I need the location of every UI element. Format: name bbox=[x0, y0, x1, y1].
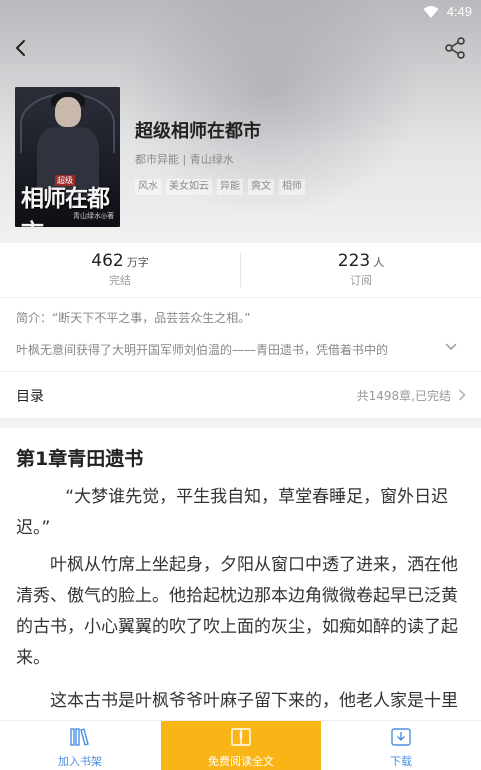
toc-label: 目录 bbox=[16, 389, 44, 405]
book-cover: 相师在都市 超级 青山绿水◎著 bbox=[15, 87, 120, 227]
chapter-paragraph: 叶枫从竹席上坐起身，夕阳从窗口中透了进来，洒在他清秀、傲气的脸上。他拾起枕边那本… bbox=[16, 555, 458, 668]
chapter-paragraph: 这本古书是叶枫爷爷叶麻子留下来的，他老人家是十里 bbox=[50, 691, 458, 711]
bookshelf-icon bbox=[70, 728, 89, 746]
tag[interactable]: 风水 bbox=[135, 179, 161, 195]
book-stats: 462 万字 完结 223 人 订阅 bbox=[0, 243, 481, 298]
word-count-stat: 462 万字 完结 bbox=[0, 251, 240, 288]
read-free-button[interactable]: 免费阅读全文 bbox=[161, 721, 321, 770]
download-icon bbox=[391, 728, 411, 746]
back-arrow-icon[interactable] bbox=[10, 36, 34, 60]
tag[interactable]: 爽文 bbox=[248, 179, 274, 195]
bottom-action-bar: 加入书架 免费阅读全文 下载 bbox=[0, 720, 481, 770]
share-icon[interactable] bbox=[443, 36, 467, 60]
section-divider bbox=[0, 418, 481, 428]
add-to-shelf-button[interactable]: 加入书架 bbox=[0, 721, 160, 770]
chapter-preview: “大梦谁先觉，平生我自知，草堂春睡足，窗外日迟迟。” 叶枫从竹席上坐起身，夕阳从… bbox=[16, 482, 466, 729]
subscriber-unit: 人 bbox=[373, 256, 385, 269]
tag[interactable]: 异能 bbox=[217, 179, 243, 195]
read-free-label: 免费阅读全文 bbox=[208, 755, 274, 768]
subscriber-stat: 223 人 订阅 bbox=[241, 251, 481, 288]
book-header: 4:49 相师在都市 超级 青山绿水◎著 超级相师在都市 都市异能 | 青山绿水… bbox=[0, 0, 481, 243]
download-button[interactable]: 下载 bbox=[321, 721, 481, 770]
wifi-icon bbox=[423, 6, 439, 18]
intro-summary[interactable]: 叶枫无意间获得了大明开国军师刘伯温的——青田遗书，凭借着书中的 bbox=[16, 341, 436, 358]
chevron-down-icon[interactable] bbox=[444, 342, 458, 352]
word-count-unit: 万字 bbox=[126, 256, 149, 269]
status-time: 4:49 bbox=[446, 4, 472, 19]
table-of-contents-row[interactable]: 目录 共1498章,已完结 bbox=[0, 371, 481, 417]
subscriber-label: 订阅 bbox=[350, 274, 372, 287]
book-category-author: 都市异能 | 青山绿水 bbox=[135, 153, 234, 166]
toc-chapter-info: 共1498章,已完结 bbox=[356, 389, 451, 403]
tag[interactable]: 美女如云 bbox=[166, 179, 212, 195]
add-to-shelf-label: 加入书架 bbox=[58, 755, 102, 768]
download-label: 下载 bbox=[390, 755, 412, 768]
word-count-value: 462 bbox=[91, 251, 124, 271]
chapter-paragraph: “大梦谁先觉，平生我自知，草堂春睡足，窗外日迟迟。” bbox=[16, 487, 449, 538]
cover-badge: 超级 bbox=[55, 175, 75, 186]
book-title: 超级相师在都市 bbox=[135, 121, 261, 142]
subscriber-count-value: 223 bbox=[337, 251, 371, 271]
intro-tagline: 简介：“断天下不平之事，品芸芸众生之相。” bbox=[16, 311, 251, 325]
tag[interactable]: 相师 bbox=[279, 179, 305, 195]
status-bar: 4:49 bbox=[0, 0, 481, 26]
chapter-title: 第1章青田遗书 bbox=[16, 448, 144, 470]
open-book-icon bbox=[231, 728, 251, 746]
chevron-right-icon bbox=[459, 389, 466, 401]
book-tags: 风水 美女如云 异能 爽文 相师 bbox=[135, 179, 305, 195]
status-label: 完结 bbox=[109, 274, 131, 287]
cover-author: 青山绿水◎著 bbox=[73, 212, 115, 220]
